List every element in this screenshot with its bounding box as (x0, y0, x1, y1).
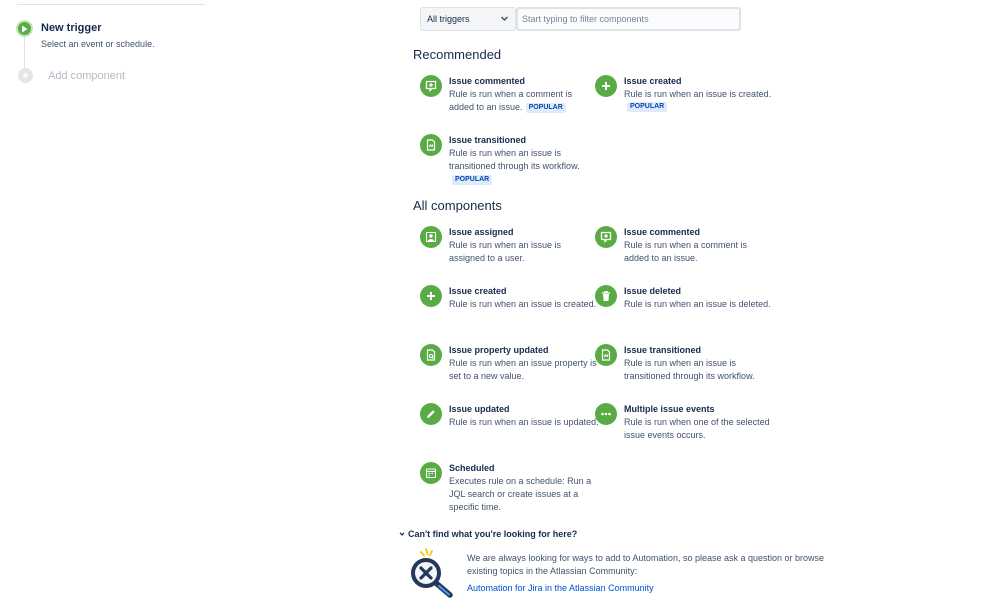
sidebar-divider (17, 4, 205, 5)
comment-icon (595, 226, 617, 248)
help-text: We are always looking for ways to add to… (467, 553, 825, 576)
component-description: Rule is run when an issue is created. (624, 89, 772, 99)
component-description: Rule is run when an issue is transitione… (449, 148, 580, 171)
new-trigger-subtitle: Select an event or schedule. (41, 39, 155, 49)
component-title: Scheduled (449, 463, 495, 473)
add-component-icon (18, 68, 33, 83)
plus-icon (595, 75, 617, 97)
component-filter-input[interactable] (516, 7, 741, 31)
help-section-label: Can't find what you're looking for here? (408, 529, 578, 539)
component-title: Issue deleted (624, 286, 682, 296)
user-assign-icon (420, 226, 442, 248)
popular-badge: POPULAR (525, 103, 566, 113)
component-title: Issue transitioned (449, 135, 527, 145)
component-description: Rule is run when an issue is transitione… (624, 358, 755, 381)
add-component-label: Add component (48, 70, 126, 82)
transition-icon (595, 344, 617, 366)
recommended-heading: Recommended (413, 47, 502, 62)
help-section-toggle[interactable]: Can't find what you're looking for here? (399, 529, 577, 539)
new-trigger-title[interactable]: New trigger (41, 22, 102, 34)
component-description: Rule is run when an issue property is se… (449, 358, 597, 381)
component-title: Issue transitioned (624, 345, 702, 355)
atlassian-community-link[interactable]: Automation for Jira in the Atlassian Com… (467, 583, 654, 593)
component-title: Issue property updated (449, 345, 549, 355)
component-title: Issue updated (449, 404, 510, 414)
component-description: Executes rule on a schedule: Run a JQL s… (449, 476, 592, 512)
trash-icon (595, 285, 617, 307)
comment-icon (420, 75, 442, 97)
chevron-down-icon (500, 16, 509, 22)
magnifier-illustration (411, 548, 453, 598)
popular-badge: POPULAR (627, 102, 668, 112)
chevron-down-icon (399, 532, 405, 536)
component-title: Multiple issue events (624, 404, 715, 414)
component-title: Issue created (624, 76, 682, 86)
component-description: Rule is run when an issue is updated. (449, 417, 599, 427)
trigger-type-select-value: All triggers (427, 14, 470, 24)
calendar-icon (420, 462, 442, 484)
popular-badge: POPULAR (452, 175, 493, 185)
transition-icon (420, 134, 442, 156)
component-description: Rule is run when an issue is deleted. (624, 299, 771, 309)
all-components-heading: All components (413, 198, 502, 213)
component-title: Issue created (449, 286, 507, 296)
trigger-play-icon[interactable] (16, 20, 33, 37)
component-description: Rule is run when an issue is assigned to… (449, 240, 562, 263)
component-description: Rule is run when one of the selected iss… (624, 417, 770, 440)
component-title: Issue commented (624, 227, 701, 237)
step-connector (24, 36, 25, 68)
property-icon (420, 344, 442, 366)
component-description: Rule is run when an issue is created. (449, 299, 597, 309)
component-title: Issue commented (449, 76, 526, 86)
trigger-type-select[interactable]: All triggers (420, 7, 516, 31)
pencil-icon (420, 403, 442, 425)
component-title: Issue assigned (449, 227, 514, 237)
plus-icon (420, 285, 442, 307)
ellipsis-icon (595, 403, 617, 425)
component-description: Rule is run when a comment is added to a… (624, 240, 748, 263)
